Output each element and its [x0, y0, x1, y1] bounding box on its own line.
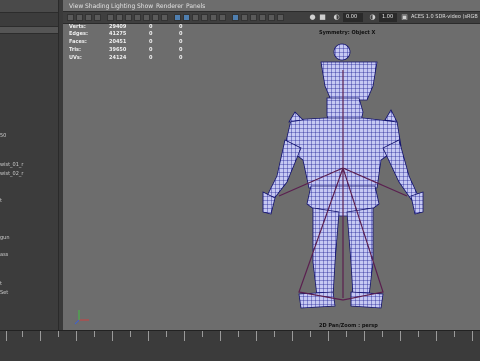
outliner-header: [0, 0, 58, 13]
foot-right-mesh: [350, 291, 384, 309]
timeline-tick: [22, 331, 23, 337]
crest-mesh: [333, 43, 351, 61]
timeline-tick: [256, 331, 257, 341]
timeline-tick: [94, 331, 95, 337]
outliner-item[interactable]: t: [0, 281, 2, 287]
timeline-tick: [166, 331, 167, 337]
outliner-item[interactable]: 50: [0, 133, 6, 139]
leg-left-mesh: [312, 207, 340, 297]
timeline-tick: [6, 331, 7, 341]
time-slider[interactable]: [0, 330, 480, 361]
outliner-item[interactable]: wist_02_r: [0, 171, 23, 177]
outliner-item[interactable]: wist_01_r: [0, 162, 23, 168]
timeline-tick: [382, 331, 383, 337]
spike-mesh: [384, 109, 398, 123]
timeline-tick: [472, 331, 473, 341]
outliner-panel: 50 wist_01_r wist_02_r t gun ass t Set: [0, 0, 59, 330]
timeline-tick: [76, 331, 77, 341]
outliner-item[interactable]: Set: [0, 290, 8, 296]
timeline-tick: [436, 331, 437, 341]
arm-right-mesh: [382, 139, 420, 203]
timeline-tick: [112, 331, 113, 341]
timeline-tick: [220, 331, 221, 341]
timeline-tick: [292, 331, 293, 341]
outliner-search-field[interactable]: [0, 26, 58, 34]
timeline-tick: [184, 331, 185, 341]
timeline-tick: [364, 331, 365, 341]
camera-name-label: 2D Pan/Zoom : persp: [319, 323, 378, 329]
timeline-tick: [202, 331, 203, 337]
timeline-tick: [400, 331, 401, 341]
timeline-tick: [346, 331, 347, 337]
timeline-tick: [418, 331, 419, 337]
character-mesh[interactable]: [63, 0, 480, 330]
timeline-tick: [274, 331, 275, 337]
timeline-tick: [454, 331, 455, 337]
arm-left-mesh: [266, 139, 302, 201]
spike-mesh: [288, 111, 304, 123]
headgear-mesh: [320, 61, 378, 101]
timeline-tick: [328, 331, 329, 341]
timeline-tick: [238, 331, 239, 337]
skeleton-joints: [278, 70, 408, 301]
outliner-item[interactable]: t: [0, 198, 2, 204]
timeline-tick: [148, 331, 149, 341]
timeline-tick: [58, 331, 59, 337]
outliner-item[interactable]: ass: [0, 252, 8, 258]
timeline-tick: [310, 331, 311, 337]
outliner-item[interactable]: gun: [0, 235, 10, 241]
foot-left-mesh: [298, 291, 336, 309]
timeline-tick: [40, 331, 41, 341]
hand-right-mesh: [410, 191, 424, 215]
viewport-panel[interactable]: View Shading Lighting Show Renderer Pane…: [63, 0, 480, 330]
axis-gizmo-icon: [74, 310, 89, 325]
timeline-tick: [130, 331, 131, 337]
